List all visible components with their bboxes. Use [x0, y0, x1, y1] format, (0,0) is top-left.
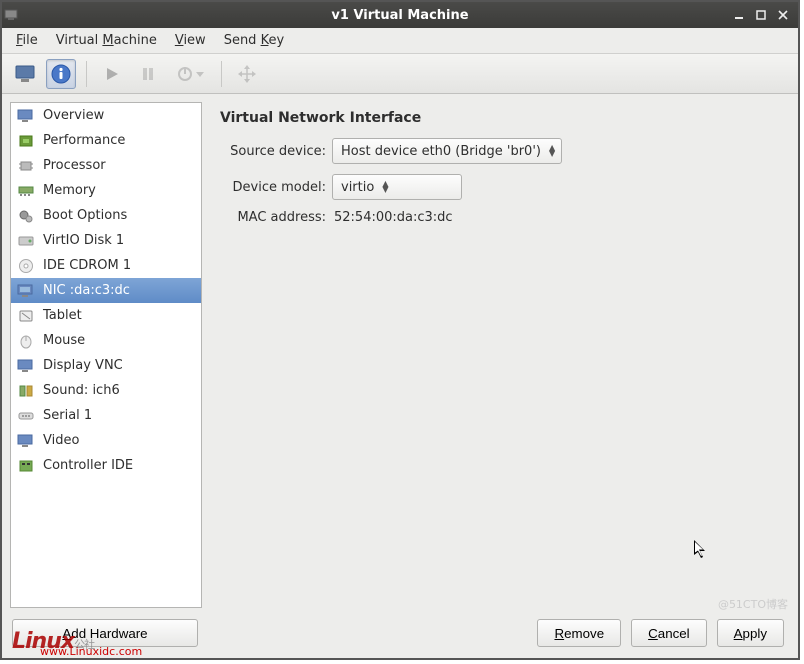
sidebar-item-label: Tablet — [43, 308, 82, 323]
menubar: FileVirtual MachineViewSend Key — [2, 28, 798, 54]
sidebar-item-label: Performance — [43, 133, 125, 148]
window-controls — [730, 7, 798, 23]
cpu-icon — [17, 158, 35, 174]
minimize-button[interactable] — [730, 7, 748, 23]
sidebar-item-label: Controller IDE — [43, 458, 133, 473]
sidebar-item-label: Serial 1 — [43, 408, 92, 423]
toolbar-separator-2 — [221, 61, 222, 87]
sidebar-item-label: VirtIO Disk 1 — [43, 233, 124, 248]
fullscreen-button[interactable] — [232, 59, 262, 89]
sidebar-item-label: Display VNC — [43, 358, 123, 373]
sound-icon — [17, 383, 35, 399]
content-area: Overview Performance Processor Memory Boot O… — [2, 94, 798, 608]
sidebar-item-serial-1[interactable]: Serial 1 — [11, 403, 201, 428]
apply-button[interactable]: Apply — [717, 619, 784, 647]
device-model-combo[interactable]: virtio ▲▼ — [332, 174, 462, 200]
source-device-value: Host device eth0 (Bridge 'br0') — [341, 144, 541, 159]
gears-icon — [17, 208, 35, 224]
main-panel: Virtual Network Interface Source device:… — [206, 94, 798, 608]
serial-icon — [17, 408, 35, 424]
sidebar-item-ide-cdrom-1[interactable]: IDE CDROM 1 — [11, 253, 201, 278]
sidebar-item-video[interactable]: Video — [11, 428, 201, 453]
menu-file[interactable]: File — [8, 30, 46, 51]
chevron-updown-icon: ▲▼ — [382, 181, 388, 193]
menu-send-key[interactable]: Send Key — [216, 30, 292, 51]
sidebar-item-label: Mouse — [43, 333, 85, 348]
ram-icon — [17, 183, 35, 199]
chip-green-icon — [17, 133, 35, 149]
sidebar-item-label: Video — [43, 433, 79, 448]
source-device-combo[interactable]: Host device eth0 (Bridge 'br0') ▲▼ — [332, 138, 562, 164]
sidebar-item-boot-options[interactable]: Boot Options — [11, 203, 201, 228]
sidebar-item-mouse[interactable]: Mouse — [11, 328, 201, 353]
titlebar: v1 Virtual Machine — [2, 2, 798, 28]
sidebar-item-controller-ide[interactable]: Controller IDE — [11, 453, 201, 478]
add-hardware-label: Add Hardware — [62, 626, 147, 641]
apply-label: Apply — [734, 626, 767, 641]
sidebar-item-label: Sound: ich6 — [43, 383, 120, 398]
footer: Add Hardware Remove Cancel Apply — [2, 608, 798, 658]
sidebar: Overview Performance Processor Memory Boot O… — [10, 102, 202, 608]
window-title: v1 Virtual Machine — [2, 8, 798, 23]
toolbar-separator — [86, 61, 87, 87]
sidebar-item-label: Processor — [43, 158, 106, 173]
console-button[interactable] — [10, 59, 40, 89]
chevron-updown-icon: ▲▼ — [549, 145, 555, 157]
display-icon — [17, 358, 35, 374]
sidebar-item-label: IDE CDROM 1 — [43, 258, 131, 273]
details-button[interactable] — [46, 59, 76, 89]
menu-virtual-machine[interactable]: Virtual Machine — [48, 30, 165, 51]
sidebar-item-display-vnc[interactable]: Display VNC — [11, 353, 201, 378]
add-hardware-button[interactable]: Add Hardware — [12, 619, 198, 647]
device-model-value: virtio — [341, 180, 374, 195]
disk-icon — [17, 233, 35, 249]
sidebar-item-performance[interactable]: Performance — [11, 128, 201, 153]
tablet-icon — [17, 308, 35, 324]
shutdown-button[interactable] — [169, 59, 211, 89]
sidebar-item-sound-ich6[interactable]: Sound: ich6 — [11, 378, 201, 403]
sidebar-item-virtio-disk-1[interactable]: VirtIO Disk 1 — [11, 228, 201, 253]
nic-icon — [17, 283, 35, 299]
toolbar — [2, 54, 798, 94]
cancel-label: Cancel — [648, 626, 690, 641]
sidebar-item-tablet[interactable]: Tablet — [11, 303, 201, 328]
remove-label: Remove — [554, 626, 604, 641]
pause-button[interactable] — [133, 59, 163, 89]
app-window: v1 Virtual Machine FileVirtual MachineVi… — [0, 0, 800, 660]
controller-icon — [17, 458, 35, 474]
sidebar-item-label: Memory — [43, 183, 96, 198]
remove-button[interactable]: Remove — [537, 619, 621, 647]
sidebar-item-label: Boot Options — [43, 208, 127, 223]
mac-address-label: MAC address: — [220, 210, 332, 225]
cancel-button[interactable]: Cancel — [631, 619, 707, 647]
cdrom-icon — [17, 258, 35, 274]
source-device-label: Source device: — [220, 144, 332, 159]
sidebar-item-nic-da-c3-dc[interactable]: NIC :da:c3:dc — [11, 278, 201, 303]
mouse-icon — [17, 333, 35, 349]
run-button[interactable] — [97, 59, 127, 89]
video-icon — [17, 433, 35, 449]
app-logo-icon — [2, 2, 20, 28]
section-title: Virtual Network Interface — [220, 110, 778, 126]
close-button[interactable] — [774, 7, 792, 23]
maximize-button[interactable] — [752, 7, 770, 23]
sidebar-item-label: Overview — [43, 108, 104, 123]
menu-view[interactable]: View — [167, 30, 214, 51]
sidebar-item-label: NIC :da:c3:dc — [43, 283, 130, 298]
monitor-icon — [17, 108, 35, 124]
sidebar-item-processor[interactable]: Processor — [11, 153, 201, 178]
sidebar-item-memory[interactable]: Memory — [11, 178, 201, 203]
mac-address-value: 52:54:00:da:c3:dc — [332, 210, 453, 225]
device-model-label: Device model: — [220, 180, 332, 195]
sidebar-item-overview[interactable]: Overview — [11, 103, 201, 128]
